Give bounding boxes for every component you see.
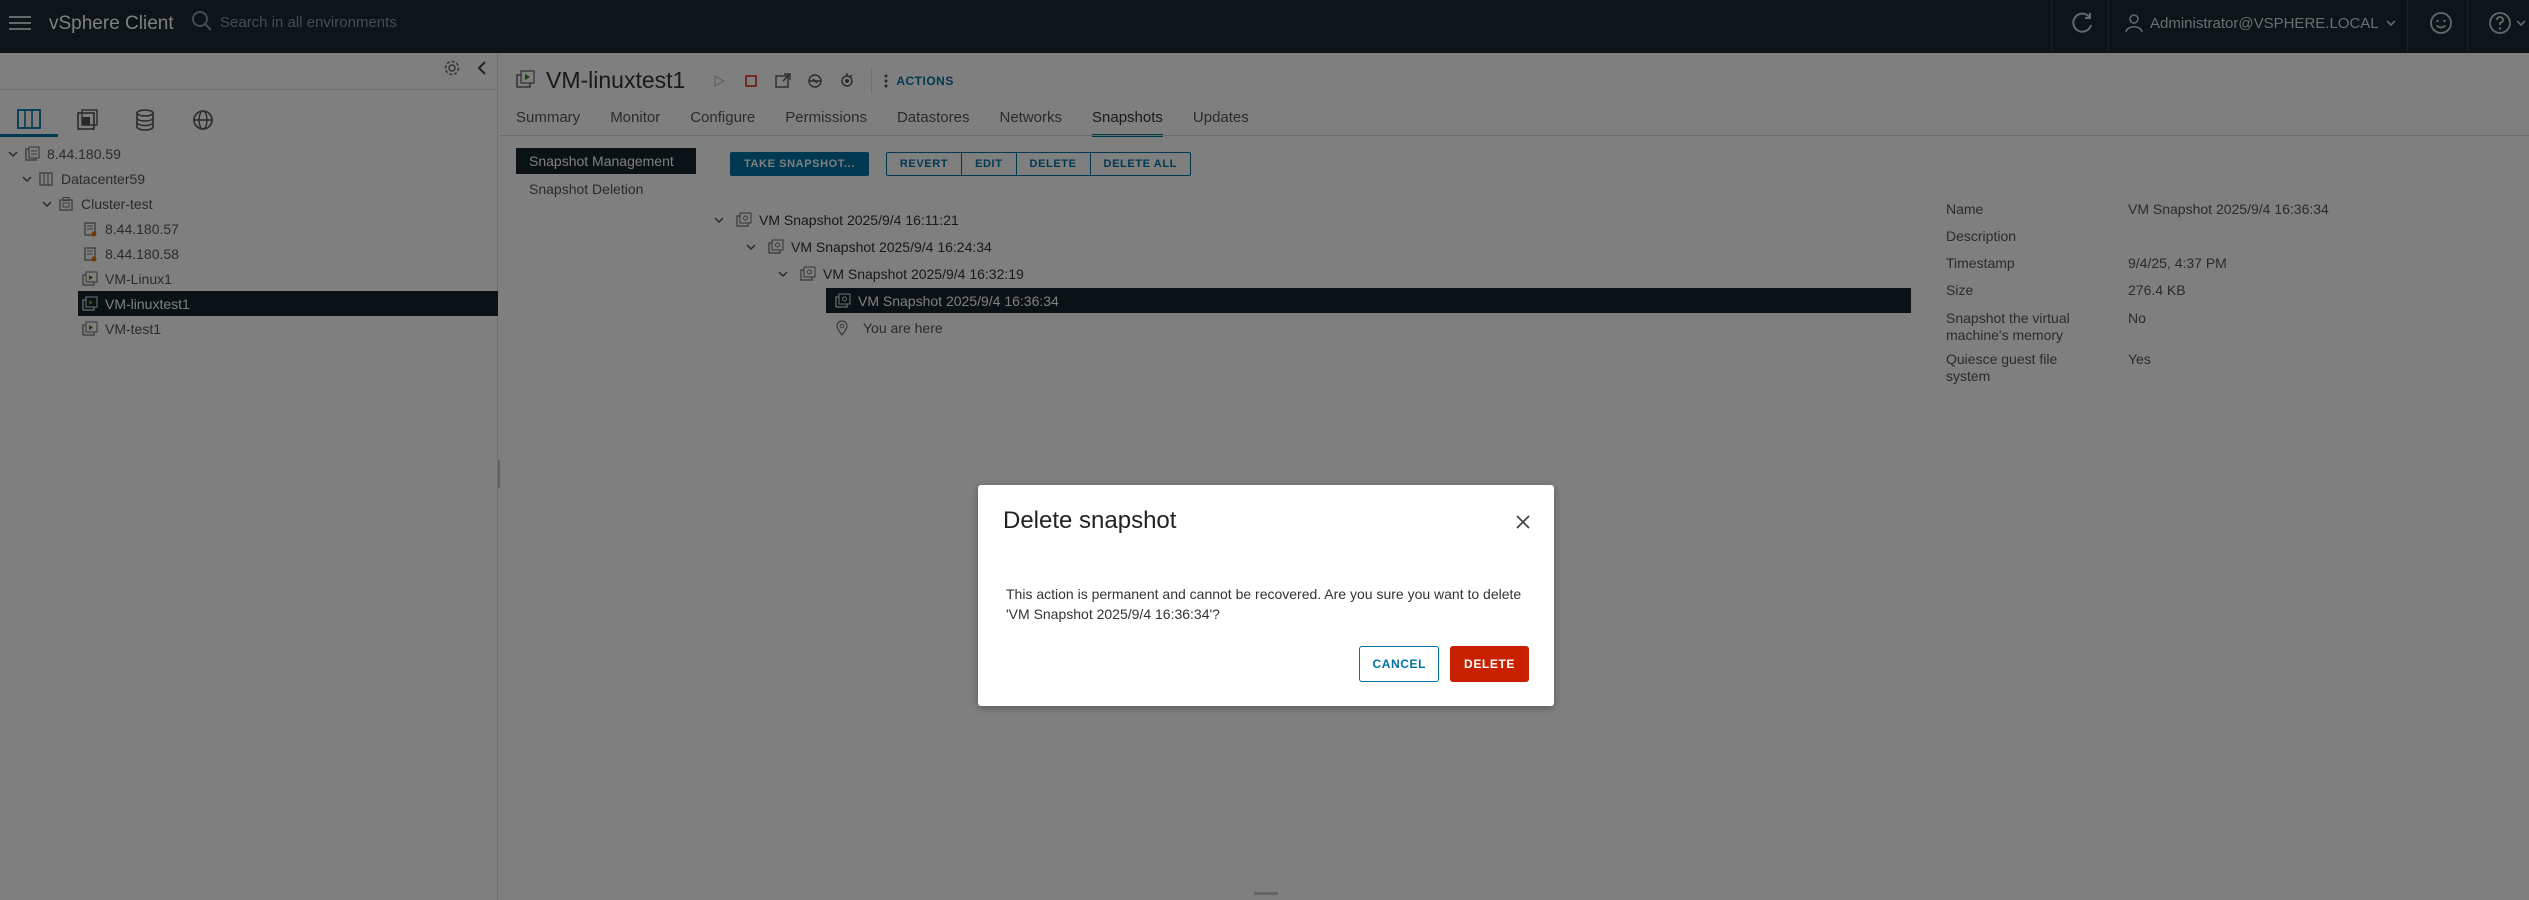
dialog-footer: CANCEL DELETE xyxy=(1359,646,1529,682)
close-icon[interactable] xyxy=(1514,513,1532,531)
confirm-delete-button[interactable]: DELETE xyxy=(1450,646,1529,682)
modal-backdrop xyxy=(0,0,2529,900)
cancel-button[interactable]: CANCEL xyxy=(1359,646,1440,682)
delete-snapshot-dialog: Delete snapshot This action is permanent… xyxy=(978,485,1554,706)
dialog-message: This action is permanent and cannot be r… xyxy=(1006,586,1522,622)
dialog-title: Delete snapshot xyxy=(1003,507,1177,534)
